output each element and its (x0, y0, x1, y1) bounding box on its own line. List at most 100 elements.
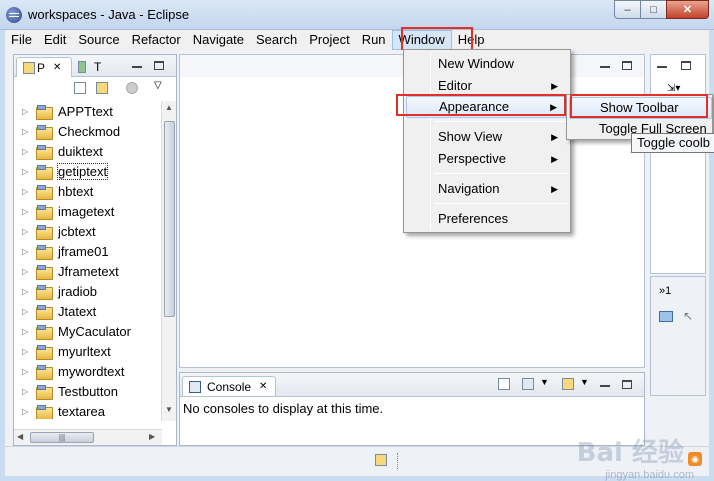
tree-item[interactable]: ▷ jcbtext (14, 221, 162, 241)
tab-package-explorer[interactable]: P ✕ (16, 57, 72, 77)
expand-arrow-icon[interactable]: ▷ (22, 147, 32, 156)
tab-hierarchy-label: T (94, 60, 102, 74)
menu-edit[interactable]: Edit (38, 30, 72, 50)
tree-item[interactable]: ▷ textarea (14, 401, 162, 419)
tab-close-icon[interactable]: ✕ (53, 62, 61, 73)
menu-navigate[interactable]: Navigate (187, 30, 250, 50)
expand-arrow-icon[interactable]: ▷ (22, 367, 32, 376)
expand-arrow-icon[interactable]: ▷ (22, 187, 32, 196)
outline-maximize-button[interactable] (681, 61, 691, 70)
filter-icon[interactable] (126, 82, 138, 94)
tree-item[interactable]: ▷ Jframetext (14, 261, 162, 281)
tree-item-label: Checkmod (58, 123, 121, 139)
expand-arrow-icon[interactable]: ▷ (22, 387, 32, 396)
menu-item-show-view[interactable]: Show View ▶ (406, 126, 568, 148)
tree-item[interactable]: ▷ Checkmod (14, 121, 162, 141)
open-console-icon[interactable] (562, 378, 574, 390)
explorer-maximize-button[interactable] (154, 61, 164, 70)
explorer-toolbar: ▽ (14, 77, 176, 99)
minimize-button[interactable]: – (614, 0, 641, 19)
menu-item-editor[interactable]: Editor ▶ (406, 75, 568, 97)
editor-minimize-button[interactable] (600, 66, 610, 68)
menu-item-appearance[interactable]: Appearance ▶ (406, 96, 568, 118)
link-with-editor-icon[interactable] (96, 82, 108, 94)
scroll-left-icon[interactable]: ◀ (17, 432, 23, 441)
explorer-horizontal-scrollbar[interactable]: ◀ ||| ▶ (14, 429, 162, 445)
menu-item-preferences[interactable]: Preferences (406, 208, 568, 230)
menu-item-perspective[interactable]: Perspective ▶ (406, 148, 568, 170)
tree-item[interactable]: ▷ jframe01 (14, 241, 162, 261)
view-menu-icon[interactable]: ▽ (154, 80, 162, 91)
close-button[interactable]: ✕ (666, 0, 709, 19)
console-close-icon[interactable]: ✕ (259, 381, 267, 392)
tree-item[interactable]: ▷ hbtext (14, 181, 162, 201)
menu-item-new-window[interactable]: New Window (406, 53, 568, 75)
tree-item-label: myurltext (58, 343, 111, 359)
menu-bar: File Edit Source Refactor Navigate Searc… (5, 30, 709, 50)
task-list-icon[interactable] (659, 311, 673, 322)
menu-help[interactable]: Help (452, 30, 491, 50)
tab-console[interactable]: Console ✕ (182, 376, 276, 396)
new-fast-view-icon[interactable] (375, 454, 387, 466)
editor-maximize-button[interactable] (622, 61, 632, 70)
tree-item[interactable]: ▷ Testbutton (14, 381, 162, 401)
menu-item-navigation[interactable]: Navigation ▶ (406, 178, 568, 200)
tree-item[interactable]: ▷ getiptext (14, 161, 162, 181)
scroll-down-icon[interactable]: ▼ (165, 405, 173, 414)
vertical-scroll-thumb[interactable] (164, 121, 175, 317)
expand-arrow-icon[interactable]: ▷ (22, 407, 32, 416)
expand-arrow-icon[interactable]: ▷ (22, 247, 32, 256)
expand-arrow-icon[interactable]: ▷ (22, 167, 32, 176)
menu-window[interactable]: Window (391, 30, 452, 50)
java-project-icon (36, 324, 53, 340)
tree-item[interactable]: ▷ jradiob (14, 281, 162, 301)
maximize-button[interactable]: □ (640, 0, 667, 19)
menu-refactor[interactable]: Refactor (126, 30, 187, 50)
tree-item[interactable]: ▷ Jtatext (14, 301, 162, 321)
expand-arrow-icon[interactable]: ▷ (22, 107, 32, 116)
tab-hierarchy[interactable]: T (76, 57, 116, 77)
console-minimize-button[interactable] (600, 385, 610, 387)
explorer-minimize-button[interactable] (132, 66, 142, 68)
display-console-icon[interactable] (522, 378, 534, 390)
outline-minimize-button[interactable] (657, 66, 667, 68)
console-maximize-button[interactable] (622, 380, 632, 389)
java-project-icon (36, 244, 53, 260)
menu-run[interactable]: Run (356, 30, 392, 50)
expand-arrow-icon[interactable]: ▷ (22, 127, 32, 136)
java-project-icon (36, 124, 53, 140)
expand-arrow-icon[interactable]: ▷ (22, 287, 32, 296)
scroll-right-icon[interactable]: ▶ (149, 432, 155, 441)
menu-file[interactable]: File (5, 30, 38, 50)
open-console-dropdown-icon[interactable]: ▼ (580, 377, 589, 387)
expand-arrow-icon[interactable]: ▷ (22, 347, 32, 356)
watermark-url: jingyan.baidu.com (605, 469, 694, 481)
display-console-dropdown-icon[interactable]: ▼ (540, 377, 549, 387)
menu-item-show-toolbar[interactable]: Show Toolbar (569, 97, 712, 119)
tree-item[interactable]: ▷ MyCaculator (14, 321, 162, 341)
outline-toolbar-icon[interactable]: ⇲▾ (667, 83, 680, 94)
expand-arrow-icon[interactable]: ▷ (22, 307, 32, 316)
tree-item[interactable]: ▷ myurltext (14, 341, 162, 361)
tree-item-label: Jtatext (58, 303, 97, 319)
expand-arrow-icon[interactable]: ▷ (22, 327, 32, 336)
tree-item[interactable]: ▷ APPTtext (14, 101, 162, 121)
scroll-up-icon[interactable]: ▲ (165, 103, 173, 112)
navigation-label: Navigation (438, 181, 500, 196)
expand-arrow-icon[interactable]: ▷ (22, 207, 32, 216)
menu-search[interactable]: Search (250, 30, 303, 50)
explorer-vertical-scrollbar[interactable]: ▲ ▼ (161, 101, 176, 421)
eclipse-logo-icon (6, 7, 22, 23)
collapse-all-icon[interactable] (74, 82, 86, 94)
pointer-icon[interactable]: ↖ (683, 309, 693, 323)
menu-project[interactable]: Project (303, 30, 355, 50)
pin-console-icon[interactable] (498, 378, 510, 390)
horizontal-scroll-thumb[interactable]: ||| (30, 432, 94, 443)
tree-item[interactable]: ▷ imagetext (14, 201, 162, 221)
tree-item[interactable]: ▷ duiktext (14, 141, 162, 161)
trimmed-views-label[interactable]: »1 (659, 285, 671, 297)
expand-arrow-icon[interactable]: ▷ (22, 267, 32, 276)
menu-source[interactable]: Source (72, 30, 125, 50)
expand-arrow-icon[interactable]: ▷ (22, 227, 32, 236)
tree-item[interactable]: ▷ mywordtext (14, 361, 162, 381)
